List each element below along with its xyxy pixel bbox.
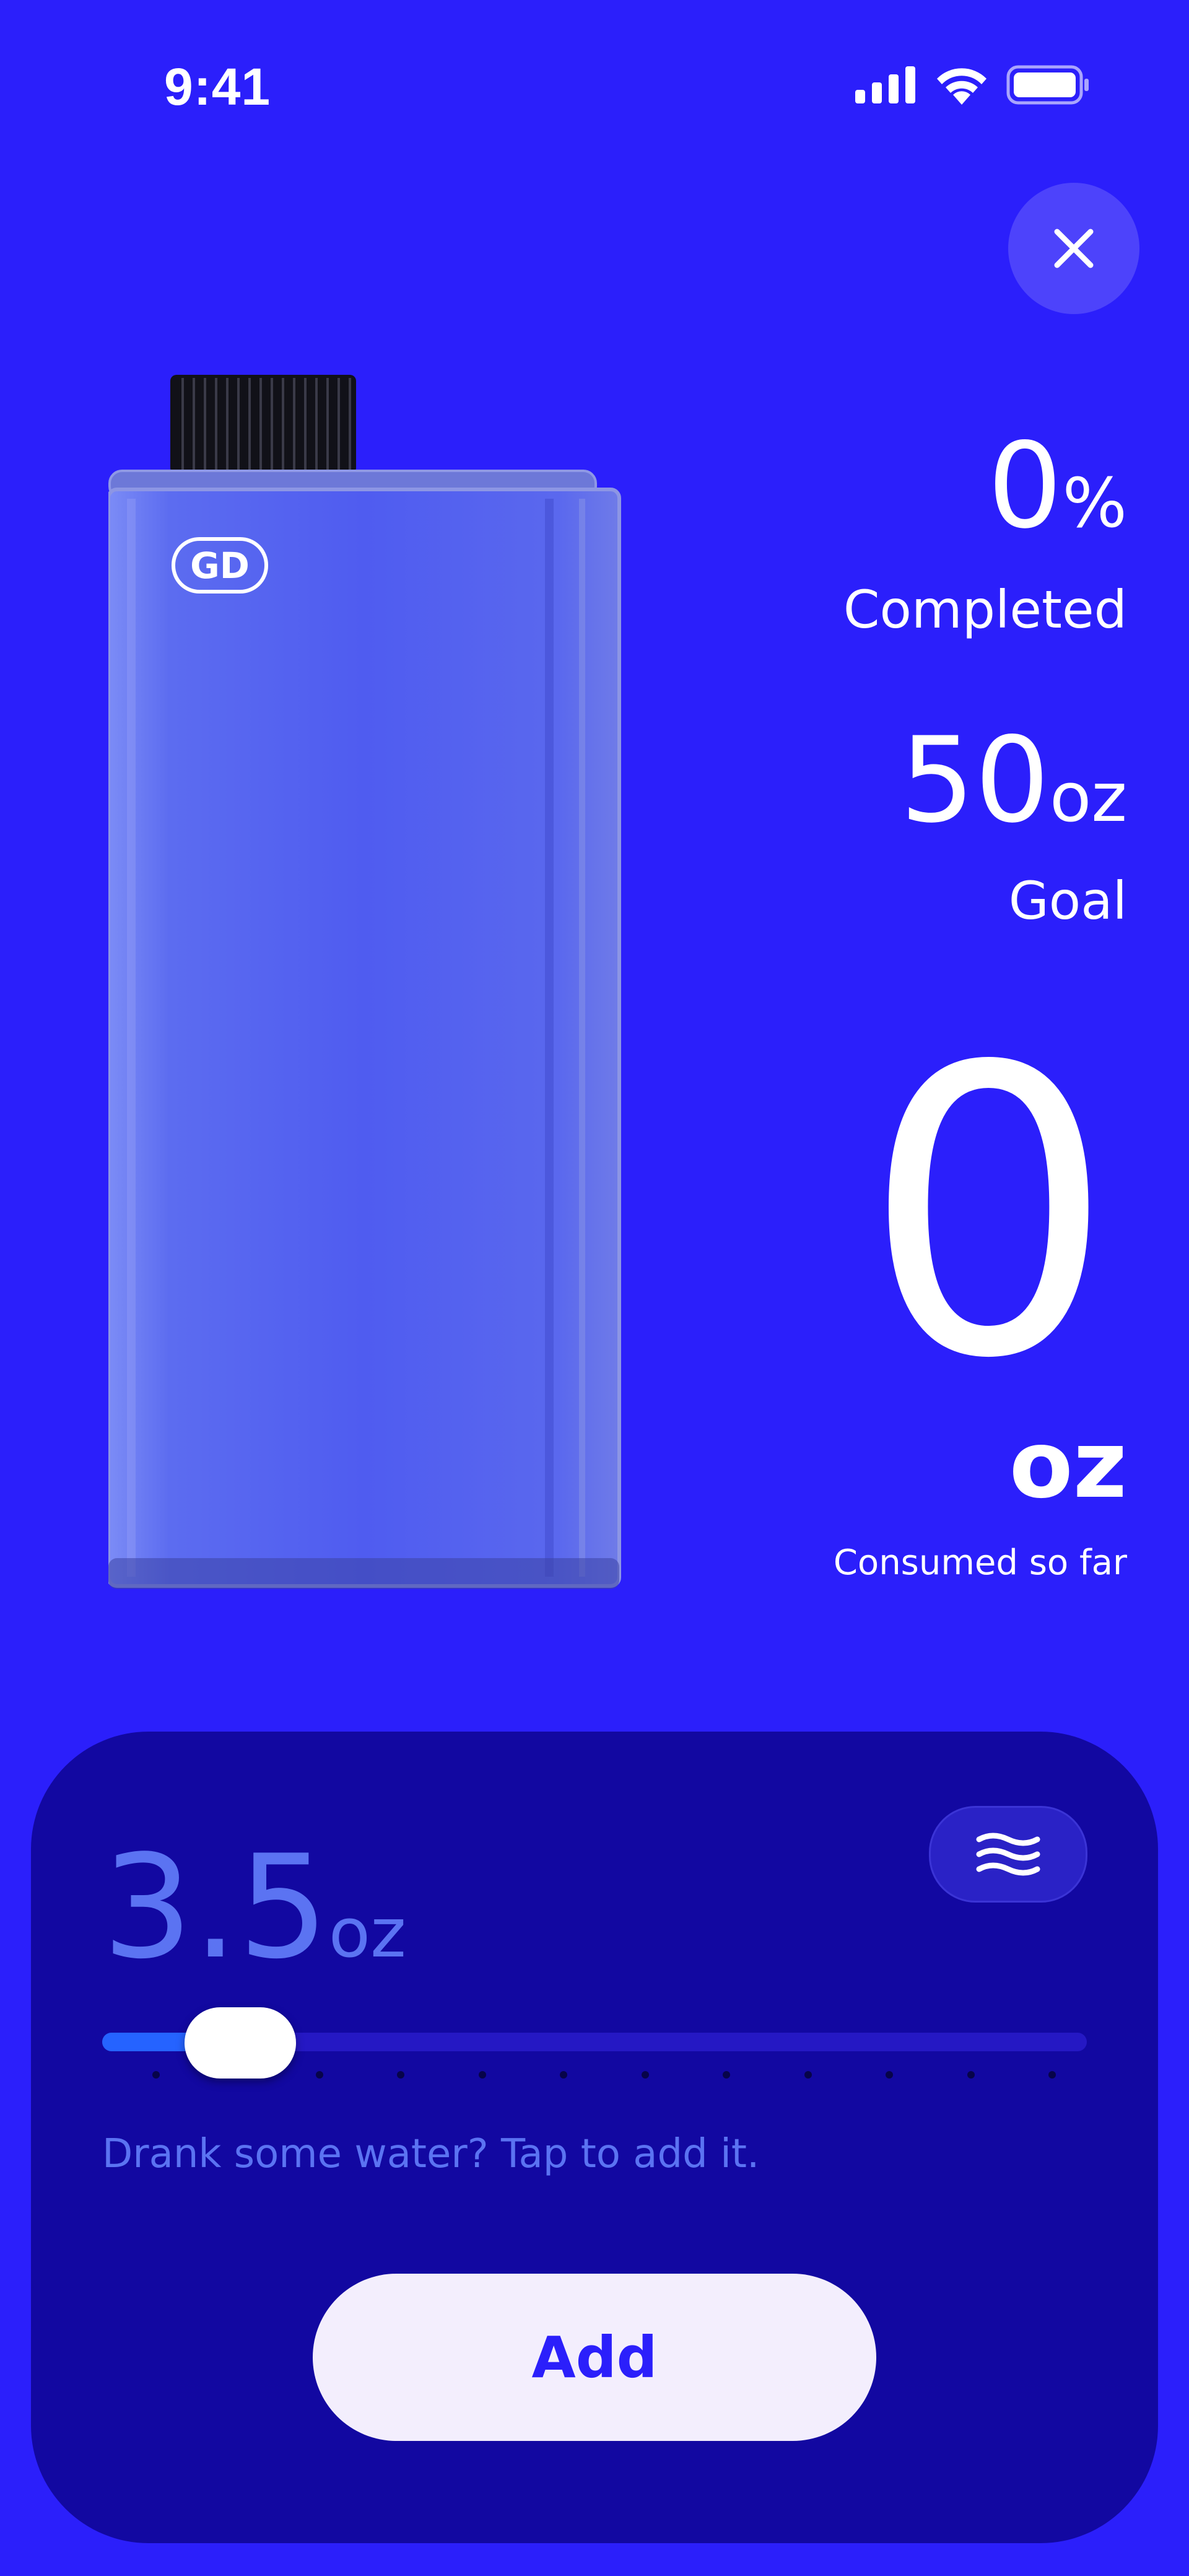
slider-tick bbox=[641, 2071, 649, 2079]
add-hint-text: Drank some water? Tap to add it. bbox=[102, 2131, 760, 2177]
water-bottle-illustration: GD bbox=[108, 375, 621, 1589]
slider-tick bbox=[478, 2071, 486, 2079]
close-button[interactable] bbox=[1008, 183, 1139, 314]
add-water-panel: 3.5oz Drank some water? Tap to add it. A… bbox=[31, 1732, 1158, 2543]
close-icon bbox=[1054, 229, 1094, 268]
slider-thumb[interactable] bbox=[184, 2007, 296, 2079]
battery-icon bbox=[1006, 65, 1089, 105]
goal-label: Goal bbox=[1008, 870, 1127, 931]
slider-tick bbox=[804, 2071, 812, 2079]
consumed-amount-value: 0 bbox=[862, 983, 1115, 1445]
selected-amount: 3.5oz bbox=[102, 1837, 406, 1979]
svg-text:GD: GD bbox=[190, 545, 250, 587]
slider-tick bbox=[560, 2071, 568, 2079]
status-time: 9:41 bbox=[164, 58, 271, 116]
completion-percent-value: 0 bbox=[987, 418, 1063, 554]
selected-amount-value: 3.5 bbox=[102, 1825, 329, 1991]
goal-amount-value: 50 bbox=[900, 712, 1050, 849]
slider-tick bbox=[315, 2071, 323, 2079]
completion-label: Completed bbox=[843, 579, 1127, 640]
slider-tick bbox=[397, 2071, 405, 2079]
signal-icon bbox=[855, 66, 915, 103]
completion-percent: 0% bbox=[988, 427, 1127, 545]
selected-amount-unit: oz bbox=[328, 1893, 406, 1973]
slider-tick bbox=[723, 2071, 731, 2079]
slider-tick bbox=[1048, 2071, 1056, 2079]
water-type-button[interactable] bbox=[929, 1806, 1087, 1903]
consumed-label: Consumed so far bbox=[833, 1543, 1127, 1583]
slider-tick bbox=[152, 2071, 160, 2079]
add-button[interactable]: Add bbox=[313, 2274, 876, 2441]
slider-tick bbox=[967, 2071, 975, 2079]
completion-percent-unit: % bbox=[1062, 463, 1127, 543]
status-icons bbox=[855, 65, 1090, 105]
goal-amount: 50oz bbox=[900, 722, 1127, 839]
wifi-icon bbox=[937, 68, 986, 105]
waves-icon bbox=[976, 1833, 1040, 1876]
slider-tick bbox=[886, 2071, 894, 2079]
amount-slider[interactable] bbox=[102, 2007, 1087, 2085]
consumed-amount-unit: oz bbox=[1009, 1411, 1127, 1519]
goal-amount-unit: oz bbox=[1049, 758, 1127, 837]
